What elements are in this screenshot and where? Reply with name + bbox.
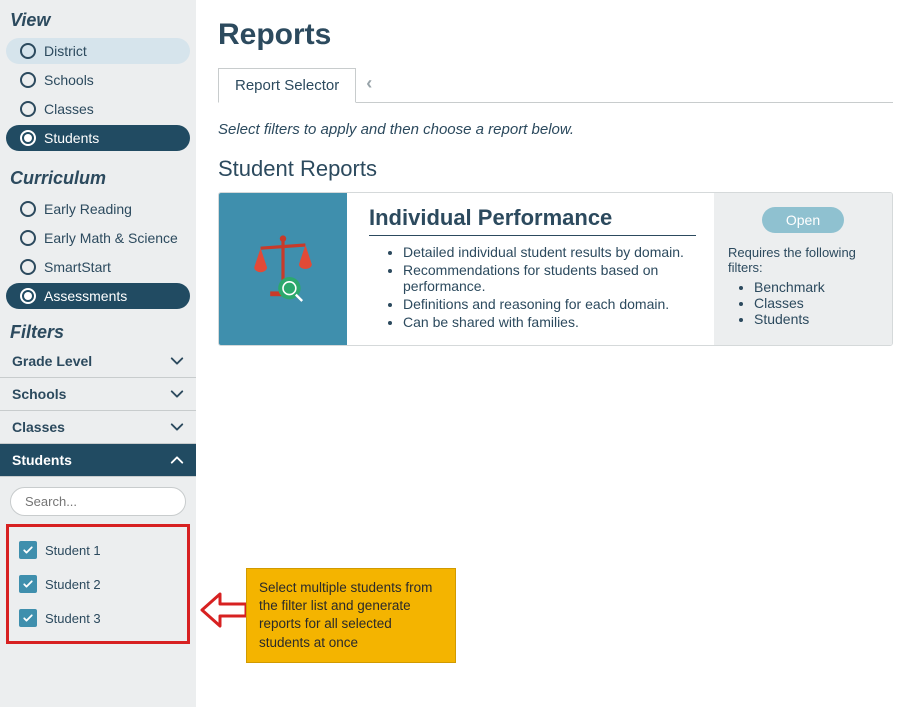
chevron-down-icon <box>170 387 184 401</box>
report-card-aside: Open Requires the following filters: Ben… <box>714 193 892 345</box>
filter-row-label: Students <box>12 452 72 468</box>
radio-icon <box>20 288 36 304</box>
report-bullet: Can be shared with families. <box>403 314 696 330</box>
filter-row-classes[interactable]: Classes <box>0 411 196 444</box>
filter-row-label: Classes <box>12 419 65 435</box>
filter-row-schools[interactable]: Schools <box>0 378 196 411</box>
curriculum-heading: Curriculum <box>0 154 196 193</box>
radio-icon <box>20 230 36 246</box>
chevron-left-icon[interactable]: ‹ <box>366 73 372 98</box>
section-title: Student Reports <box>218 156 893 182</box>
requires-item: Benchmark <box>754 279 878 295</box>
radio-icon <box>20 101 36 117</box>
annotation-arrow-icon <box>200 590 246 633</box>
requires-label: Requires the following filters: <box>728 245 878 275</box>
tab-row: Report Selector ‹ <box>218 68 893 103</box>
curriculum-item-label: Early Reading <box>44 201 132 217</box>
report-bullet: Recommendations for students based on pe… <box>403 262 696 294</box>
student-label: Student 2 <box>45 577 101 592</box>
curriculum-item-assessments[interactable]: Assessments <box>6 283 190 309</box>
radio-icon <box>20 130 36 146</box>
radio-icon <box>20 43 36 59</box>
view-item-label: District <box>44 43 87 59</box>
view-item-label: Students <box>44 130 99 146</box>
view-item-label: Classes <box>44 101 94 117</box>
filters-heading: Filters <box>0 312 196 345</box>
radio-icon <box>20 72 36 88</box>
view-item-label: Schools <box>44 72 94 88</box>
view-item-students[interactable]: Students <box>6 125 190 151</box>
open-button[interactable]: Open <box>762 207 844 233</box>
chevron-down-icon <box>170 354 184 368</box>
main-content: Reports Report Selector ‹ Select filters… <box>196 0 917 707</box>
filter-row-label: Grade Level <box>12 353 92 369</box>
chevron-up-icon <box>170 453 184 467</box>
requires-item: Students <box>754 311 878 327</box>
checkbox-checked-icon <box>19 609 37 627</box>
curriculum-item-label: SmartStart <box>44 259 111 275</box>
report-card-body: Individual Performance Detailed individu… <box>347 193 714 345</box>
chevron-down-icon <box>170 420 184 434</box>
student-checkbox-item[interactable]: Student 2 <box>13 567 183 601</box>
checkbox-checked-icon <box>19 575 37 593</box>
search-input[interactable] <box>10 487 186 516</box>
report-bullet: Definitions and reasoning for each domai… <box>403 296 696 312</box>
curriculum-item-label: Early Math & Science <box>44 230 178 246</box>
curriculum-item-label: Assessments <box>44 288 127 304</box>
students-checklist-highlight: Student 1 Student 2 Student 3 <box>6 524 190 644</box>
requires-list: Benchmark Classes Students <box>728 279 878 327</box>
search-wrap <box>0 477 196 524</box>
view-heading: View <box>0 4 196 35</box>
sidebar: View District Schools Classes Students C… <box>0 0 196 707</box>
report-card-icon-panel <box>219 193 347 345</box>
radio-icon <box>20 259 36 275</box>
curriculum-item-smartstart[interactable]: SmartStart <box>6 254 190 280</box>
curriculum-item-early-math[interactable]: Early Math & Science <box>6 225 190 251</box>
page-title: Reports <box>218 18 893 52</box>
radio-icon <box>20 201 36 217</box>
view-item-district[interactable]: District <box>6 38 190 64</box>
report-bullet: Detailed individual student results by d… <box>403 244 696 260</box>
view-item-schools[interactable]: Schools <box>6 67 190 93</box>
view-item-classes[interactable]: Classes <box>6 96 190 122</box>
tab-report-selector[interactable]: Report Selector <box>218 68 356 103</box>
report-card-title: Individual Performance <box>369 205 696 236</box>
filter-row-students[interactable]: Students <box>0 444 196 477</box>
student-label: Student 3 <box>45 611 101 626</box>
report-card-bullets: Detailed individual student results by d… <box>369 244 696 330</box>
filter-row-grade-level[interactable]: Grade Level <box>0 345 196 378</box>
requires-item: Classes <box>754 295 878 311</box>
filter-row-label: Schools <box>12 386 66 402</box>
checkbox-checked-icon <box>19 541 37 559</box>
annotation-callout: Select multiple students from the filter… <box>246 568 456 663</box>
student-checkbox-item[interactable]: Student 3 <box>13 601 183 635</box>
curriculum-item-early-reading[interactable]: Early Reading <box>6 196 190 222</box>
report-card: Individual Performance Detailed individu… <box>218 192 893 346</box>
balance-scale-icon <box>243 229 323 309</box>
student-checkbox-item[interactable]: Student 1 <box>13 533 183 567</box>
instruction-text: Select filters to apply and then choose … <box>218 103 893 156</box>
student-label: Student 1 <box>45 543 101 558</box>
